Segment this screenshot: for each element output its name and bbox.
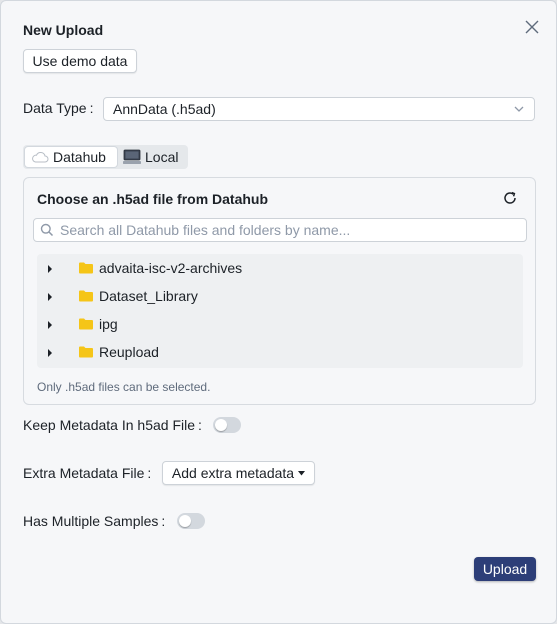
folder-tree: advaita-isc-v2-archives Dataset_Library … <box>37 254 523 368</box>
upload-dialog: New Upload Use demo data Data Type: AnnD… <box>0 0 557 624</box>
use-demo-data-button[interactable]: Use demo data <box>23 49 137 73</box>
folder-icon <box>79 318 93 330</box>
tab-local-label: Local <box>145 149 179 165</box>
caret-right-icon[interactable] <box>47 265 53 273</box>
computer-icon <box>123 149 141 164</box>
tree-row-folder[interactable]: ipg <box>37 310 523 338</box>
keep-metadata-label: Keep Metadata In h5ad File: <box>23 417 202 433</box>
refresh-button[interactable] <box>502 190 518 209</box>
add-extra-metadata-button[interactable]: Add extra metadata <box>162 461 315 485</box>
folder-icon <box>79 346 93 358</box>
chevron-down-icon <box>514 106 524 112</box>
toggle-knob <box>179 515 191 527</box>
cloud-icon <box>32 152 49 163</box>
caret-right-icon[interactable] <box>47 349 53 357</box>
search-field[interactable] <box>33 218 527 242</box>
panel-title: Choose an .h5ad file from Datahub <box>37 191 269 207</box>
close-button[interactable] <box>521 16 543 38</box>
tree-row-folder[interactable]: advaita-isc-v2-archives <box>37 254 523 282</box>
multiple-samples-toggle[interactable] <box>177 513 205 529</box>
folder-icon <box>79 290 93 302</box>
close-icon <box>525 20 539 34</box>
caret-down-icon <box>298 470 306 475</box>
keep-metadata-toggle[interactable] <box>213 417 241 433</box>
add-extra-metadata-label: Add extra metadata <box>171 465 295 481</box>
dialog-title: New Upload <box>23 22 104 38</box>
caret-right-icon[interactable] <box>47 321 53 329</box>
tab-datahub-label: Datahub <box>53 149 106 165</box>
search-icon <box>40 223 54 237</box>
tree-row-folder[interactable]: Dataset_Library <box>37 282 523 310</box>
data-type-selected-value: AnnData (.h5ad) <box>113 101 216 117</box>
multiple-samples-label: Has Multiple Samples: <box>23 513 166 529</box>
folder-name: ipg <box>99 316 118 332</box>
folder-name: Dataset_Library <box>99 288 198 304</box>
caret-right-icon[interactable] <box>47 293 53 301</box>
upload-button[interactable]: Upload <box>474 557 536 581</box>
extra-metadata-label: Extra Metadata File: <box>23 465 152 481</box>
file-type-note: Only .h5ad files can be selected. <box>37 380 211 394</box>
folder-icon <box>79 262 93 274</box>
tree-row-folder[interactable]: Reupload <box>37 338 523 366</box>
source-tabs: Datahub Local <box>23 145 188 169</box>
tab-datahub[interactable]: Datahub <box>25 147 117 167</box>
refresh-icon <box>504 191 516 204</box>
folder-name: advaita-isc-v2-archives <box>99 260 243 276</box>
tab-local[interactable]: Local <box>117 147 184 167</box>
search-input[interactable] <box>60 222 520 238</box>
folder-name: Reupload <box>99 344 159 360</box>
toggle-knob <box>215 419 227 431</box>
data-type-label: Data Type: <box>23 100 94 116</box>
data-type-select[interactable]: AnnData (.h5ad) <box>103 97 535 121</box>
file-chooser-panel: Choose an .h5ad file from Datahub advait… <box>23 177 536 405</box>
